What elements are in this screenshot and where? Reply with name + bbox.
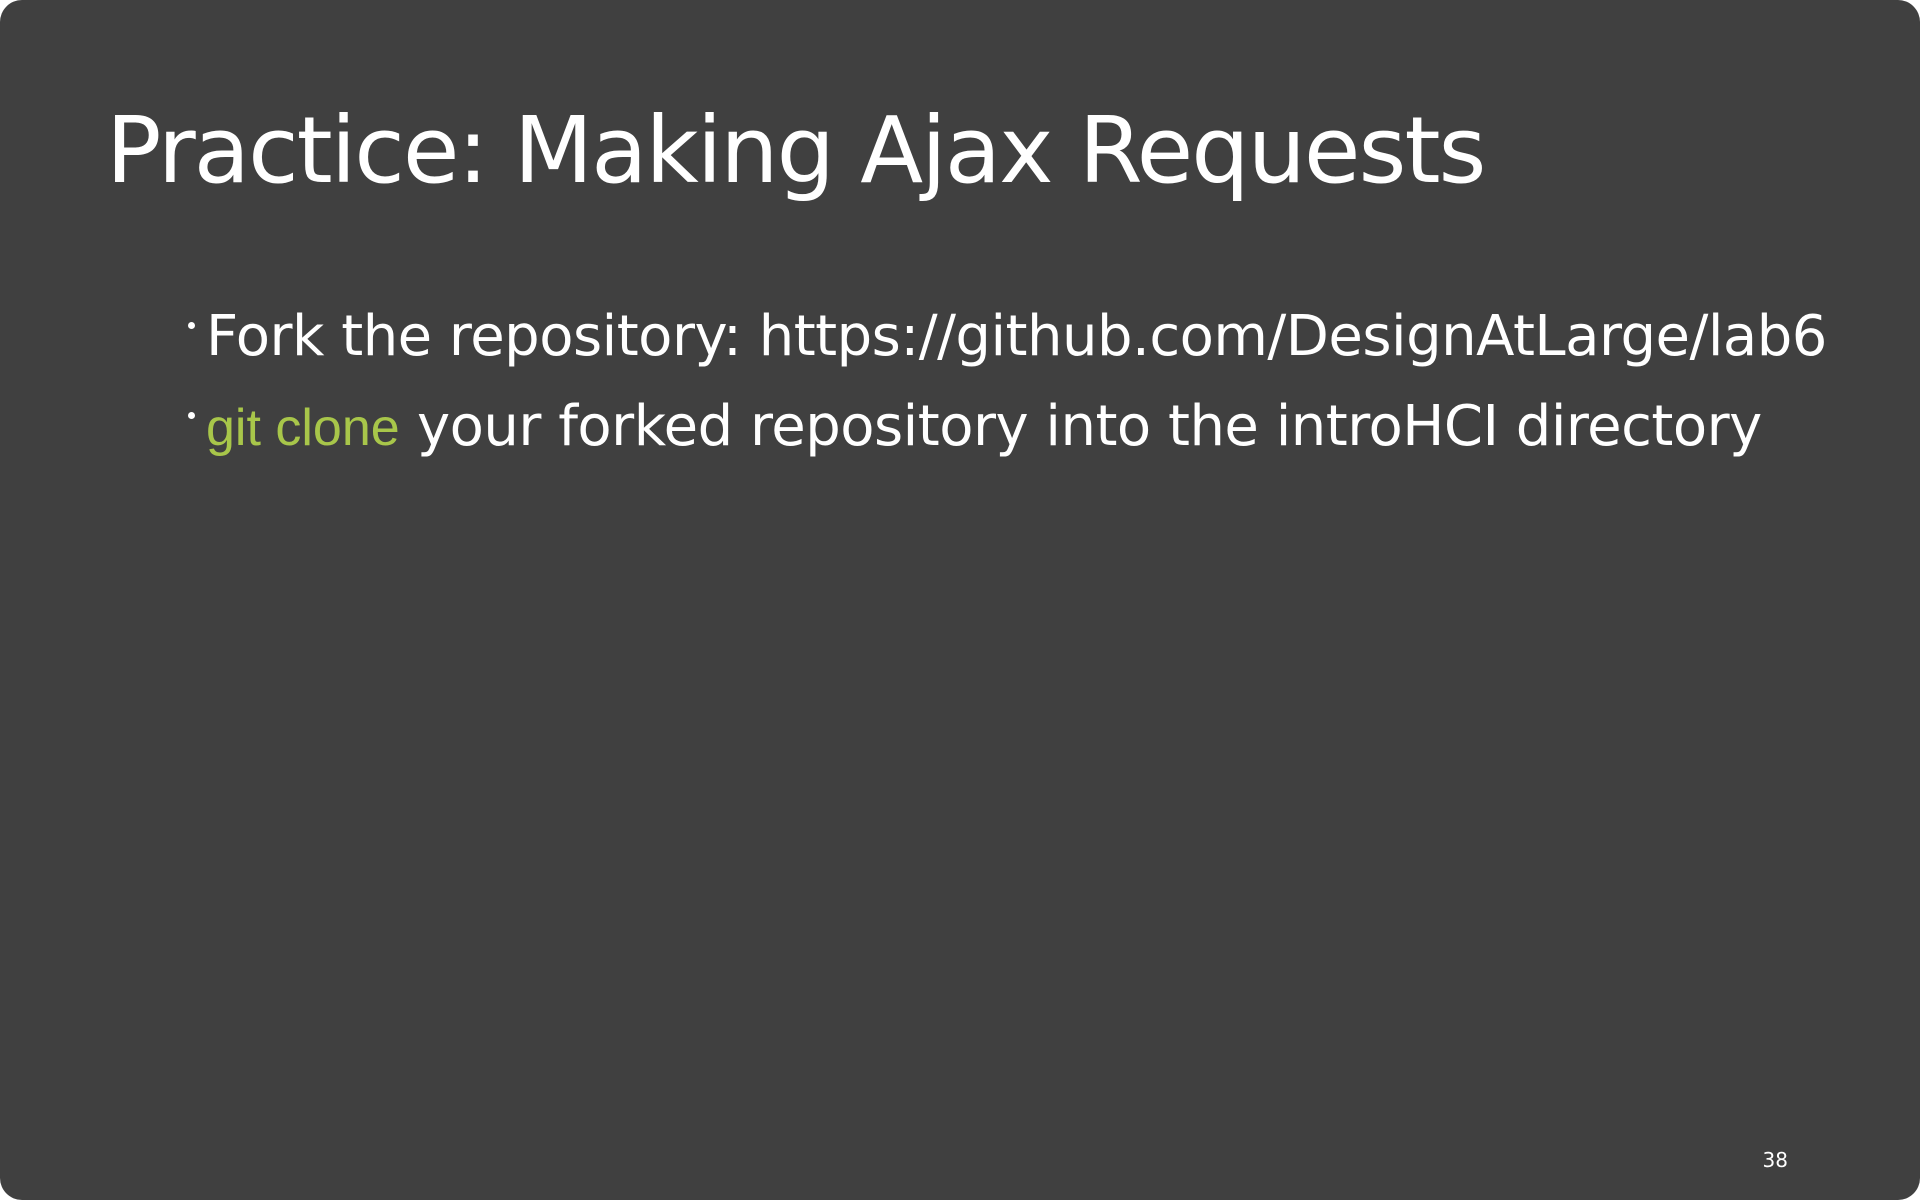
slide-title: Practice: Making Ajax Requests	[106, 97, 1486, 204]
bullet-fork-repository: Fork the repository: https://github.com/…	[184, 292, 1827, 382]
slide: Practice: Making Ajax Requests Fork the …	[0, 0, 1920, 1200]
git-clone-command: git clone	[206, 399, 400, 457]
bullet-list: Fork the repository: https://github.com/…	[184, 292, 1827, 473]
bullet-text: Fork the repository: https://github.com/…	[206, 304, 1827, 369]
page-number: 38	[1762, 1148, 1788, 1172]
bullet-dot-icon	[188, 412, 195, 419]
bullet-git-clone: git clone your forked repository into th…	[184, 382, 1827, 473]
bullet-dot-icon	[188, 322, 195, 329]
bullet-text: your forked repository into the introHCI…	[399, 394, 1762, 459]
